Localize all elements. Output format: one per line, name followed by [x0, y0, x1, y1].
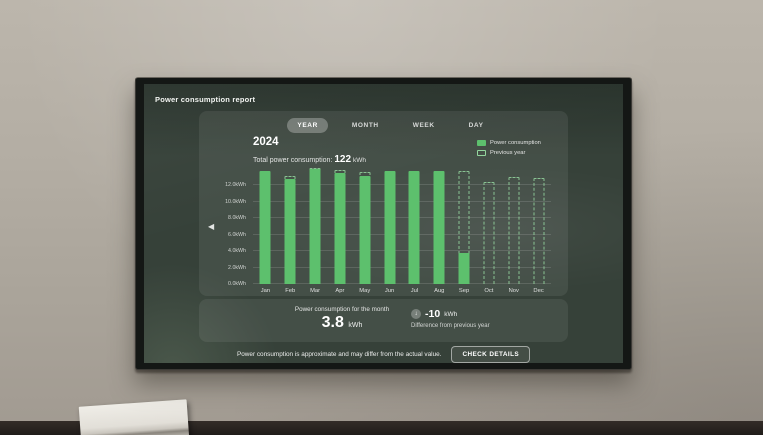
y-tick-label: 4.0kWh	[199, 248, 246, 254]
x-tick-label-aug: Aug	[427, 288, 452, 294]
disclaimer-text: Power consumption is approximate and may…	[237, 351, 442, 358]
month-slot-sep: Sep	[452, 169, 477, 284]
x-tick-label-jun: Jun	[377, 288, 402, 294]
y-tick-label: 8.0kWh	[199, 215, 246, 221]
legend-item: Power consumption	[477, 140, 541, 146]
y-tick-label: 2.0kWh	[199, 265, 246, 271]
total-consumption-label: Total power consumption:	[253, 157, 332, 164]
month-slot-mar: Mar	[303, 169, 328, 284]
period-tabs: YEAR MONTH WEEK DAY	[199, 117, 568, 133]
decrease-arrow-icon: ↓	[411, 309, 421, 319]
consumption-bar-jan	[260, 171, 271, 284]
month-slot-jan: Jan	[253, 169, 278, 284]
tv-screen: Power consumption report YEAR MONTH WEEK DA…	[144, 84, 623, 363]
tv-frame: Power consumption report YEAR MONTH WEEK DA…	[135, 77, 632, 370]
total-consumption-unit: kWh	[353, 157, 366, 164]
x-tick-label-jan: Jan	[253, 288, 278, 294]
page-title: Power consumption report	[155, 95, 255, 104]
difference-unit: kWh	[444, 311, 457, 318]
y-tick-label: 6.0kWh	[199, 232, 246, 238]
chart-legend: Power consumption Previous year	[477, 140, 541, 156]
chart-y-axis: 0.0kWh 2.0kWh 4.0kWh 6.0kWh 8.0kWh 10.0kWh 12.…	[199, 169, 249, 284]
y-tick-label: 0.0kWh	[199, 281, 246, 287]
difference-value: -10	[425, 308, 440, 320]
x-tick-label-dec: Dec	[526, 288, 551, 294]
month-slot-aug: Aug	[427, 169, 452, 284]
consumption-bar-apr	[334, 173, 345, 284]
tab-month[interactable]: MONTH	[342, 118, 389, 133]
report-panel: YEAR MONTH WEEK DAY 2024 Total power consum…	[199, 111, 568, 296]
x-tick-label-apr: Apr	[328, 288, 353, 294]
difference-label: Difference from previous year	[411, 323, 490, 329]
x-tick-label-oct: Oct	[477, 288, 502, 294]
white-object-on-table	[79, 399, 190, 435]
legend-swatch-filled-icon	[477, 140, 486, 146]
tab-week[interactable]: WEEK	[403, 118, 445, 133]
consumption-bar-jul	[409, 171, 420, 284]
y-tick-label: 10.0kWh	[199, 199, 246, 205]
legend-swatch-outline-icon	[477, 150, 486, 156]
consumption-bar-mar	[310, 169, 321, 284]
month-slot-dec: Dec	[526, 169, 551, 284]
previous-year-bar-oct	[483, 182, 494, 284]
legend-item: Previous year	[477, 150, 541, 156]
month-slot-apr: Apr	[328, 169, 353, 284]
legend-label: Power consumption	[490, 140, 541, 146]
check-details-button[interactable]: CHECK DETAILS	[451, 346, 530, 363]
chart-plot: JanFebMarAprMayJunJulAugSepOctNovDec	[253, 169, 551, 284]
year-label: 2024	[253, 136, 279, 148]
month-consumption-value: 3.8	[322, 314, 344, 331]
previous-year-bar-dec	[533, 178, 544, 284]
consumption-bar-jun	[384, 171, 395, 284]
previous-year-bar-nov	[508, 177, 519, 284]
difference-block: ↓ -10 kWh Difference from previous year	[411, 308, 490, 329]
month-consumption-unit: kWh	[348, 322, 362, 329]
x-tick-label-may: May	[352, 288, 377, 294]
consumption-bar-sep	[459, 253, 470, 284]
legend-label: Previous year	[490, 150, 525, 156]
month-consumption-label: Power consumption for the month	[257, 306, 427, 313]
x-tick-label-sep: Sep	[452, 288, 477, 294]
month-slot-jul: Jul	[402, 169, 427, 284]
month-slot-oct: Oct	[477, 169, 502, 284]
footer-row: Power consumption is approximate and may…	[144, 345, 623, 363]
month-slot-may: May	[352, 169, 377, 284]
tab-day[interactable]: DAY	[459, 118, 494, 133]
consumption-bar-may	[359, 176, 370, 284]
consumption-bar-feb	[285, 179, 296, 284]
month-consumption-block: Power consumption for the month 3.8 kWh	[257, 299, 427, 342]
y-tick-label: 12.0kWh	[199, 182, 246, 188]
x-tick-label-mar: Mar	[303, 288, 328, 294]
month-slot-nov: Nov	[501, 169, 526, 284]
x-tick-label-nov: Nov	[501, 288, 526, 294]
stats-panel: Power consumption for the month 3.8 kWh …	[199, 299, 568, 342]
tab-year[interactable]: YEAR	[287, 118, 327, 133]
total-consumption-line: Total power consumption: 122 kWh	[253, 154, 366, 165]
total-consumption-value: 122	[334, 154, 351, 165]
month-slot-jun: Jun	[377, 169, 402, 284]
x-tick-label-jul: Jul	[402, 288, 427, 294]
x-tick-label-feb: Feb	[278, 288, 303, 294]
month-slot-feb: Feb	[278, 169, 303, 284]
consumption-bar-aug	[434, 171, 445, 284]
